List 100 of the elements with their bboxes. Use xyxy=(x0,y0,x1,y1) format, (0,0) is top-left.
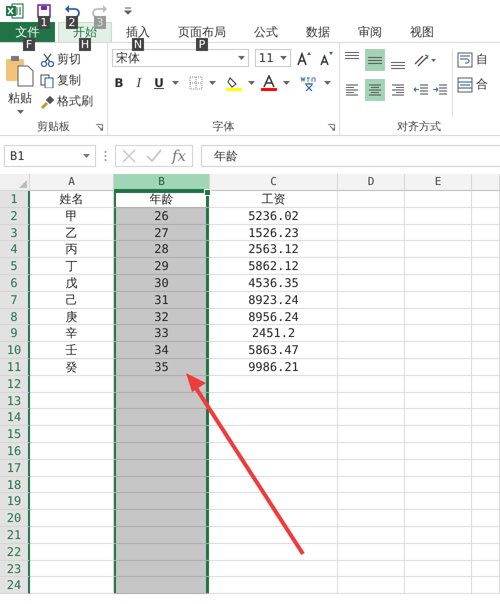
ribbon-tab[interactable]: 公式 xyxy=(240,22,292,42)
customize-caret-icon xyxy=(124,7,132,15)
row-header[interactable]: 7 xyxy=(0,292,30,309)
column-header[interactable]: C xyxy=(210,174,338,191)
table-cell xyxy=(338,426,405,443)
name-box[interactable]: B1 xyxy=(4,145,96,167)
font-color-icon xyxy=(261,75,277,91)
row-header[interactable]: 8 xyxy=(0,308,30,326)
table-cell xyxy=(472,409,500,426)
column-header[interactable]: B xyxy=(114,174,210,191)
table-cell xyxy=(338,460,405,477)
row-header[interactable]: 14 xyxy=(0,409,30,426)
ribbon-tab[interactable]: 视图 xyxy=(396,22,448,42)
table-cell xyxy=(405,476,472,494)
bold-button[interactable]: B xyxy=(112,76,126,90)
table-cell xyxy=(472,392,500,410)
row-header[interactable]: 18 xyxy=(0,476,30,494)
format-painter-button[interactable]: 格式刷 xyxy=(40,93,93,110)
row-header[interactable]: 19 xyxy=(0,493,30,510)
column-header[interactable]: A xyxy=(30,174,114,191)
shrink-font-button[interactable] xyxy=(319,50,335,66)
keytip-badge: N xyxy=(132,38,144,51)
row-header[interactable]: 16 xyxy=(0,442,30,460)
row-header[interactable]: 12 xyxy=(0,376,30,393)
row-header[interactable]: 22 xyxy=(0,544,30,561)
row-header[interactable]: 23 xyxy=(0,560,30,578)
caret-icon xyxy=(238,56,245,60)
copy-button[interactable]: 复制 xyxy=(40,72,93,89)
insert-function-button[interactable]: fx xyxy=(172,147,186,165)
row-header[interactable]: 9 xyxy=(0,325,30,342)
font-size-dropdown[interactable]: 11 xyxy=(254,49,291,67)
table-cell xyxy=(405,493,472,510)
align-bottom-icon xyxy=(391,62,405,69)
fill-handle[interactable] xyxy=(204,189,211,196)
clipboard-icon xyxy=(5,55,35,87)
caret-icon xyxy=(283,81,290,85)
underline-button[interactable]: U xyxy=(152,76,166,90)
caret-icon xyxy=(83,154,90,158)
table-cell: 8956.24 xyxy=(210,308,338,326)
caret-icon xyxy=(248,81,255,85)
table-cell xyxy=(405,325,472,342)
table-cell xyxy=(405,460,472,477)
italic-button[interactable]: I xyxy=(132,76,146,90)
formula-field[interactable]: 年龄 xyxy=(201,145,500,167)
row-header[interactable]: 2 xyxy=(0,208,30,225)
merge-button[interactable]: 合 xyxy=(457,76,496,93)
table-cell xyxy=(472,208,500,225)
table-cell xyxy=(472,476,500,494)
table-cell xyxy=(472,191,500,208)
undo-button[interactable] xyxy=(64,4,80,18)
align-middle-icon xyxy=(368,56,382,64)
close-icon xyxy=(122,149,136,163)
row-header[interactable]: 3 xyxy=(0,224,30,242)
table-cell xyxy=(338,274,405,292)
row-header[interactable]: 6 xyxy=(0,274,30,292)
grow-font-button[interactable] xyxy=(297,50,313,66)
table-cell xyxy=(405,544,472,561)
table-cell xyxy=(405,442,472,460)
table-cell xyxy=(405,308,472,326)
table-cell xyxy=(338,191,405,208)
table-cell xyxy=(338,258,405,275)
fill-bucket-icon xyxy=(226,75,242,91)
table-cell: 9986.21 xyxy=(210,358,338,376)
wrap-text-button[interactable]: 自 xyxy=(457,51,496,68)
table-cell xyxy=(338,392,405,410)
font-name-dropdown[interactable]: 宋体 xyxy=(112,49,249,67)
row-header[interactable]: 13 xyxy=(0,392,30,410)
row-header[interactable]: 5 xyxy=(0,258,30,275)
table-cell xyxy=(338,241,405,258)
table-cell: 32 xyxy=(114,308,210,326)
ribbon-tab[interactable]: 审阅 xyxy=(344,22,396,42)
save-button[interactable] xyxy=(36,4,52,18)
column-header[interactable]: E xyxy=(405,174,472,191)
row-header[interactable]: 15 xyxy=(0,426,30,443)
ribbon-tab[interactable]: 数据 xyxy=(292,22,344,42)
table-cell xyxy=(472,292,500,309)
cut-button[interactable]: 剪切 xyxy=(40,51,93,68)
align-middle-button[interactable] xyxy=(365,49,385,71)
table-cell xyxy=(472,358,500,376)
row-header[interactable]: 11 xyxy=(0,358,30,376)
table-cell xyxy=(405,409,472,426)
table-cell: 1526.23 xyxy=(210,224,338,242)
table-cell xyxy=(472,560,500,578)
row-header[interactable]: 1 xyxy=(0,191,30,208)
row-header[interactable]: 24 xyxy=(0,577,30,594)
caret-icon xyxy=(172,81,179,85)
row-header[interactable]: 4 xyxy=(0,241,30,258)
table-cell xyxy=(405,426,472,443)
row-header[interactable]: 17 xyxy=(0,460,30,477)
table-cell xyxy=(338,376,405,393)
align-center-button[interactable] xyxy=(365,79,385,101)
table-cell xyxy=(405,376,472,393)
table-cell: 30 xyxy=(114,274,210,292)
table-cell xyxy=(472,426,500,443)
row-header[interactable]: 10 xyxy=(0,342,30,359)
row-header[interactable]: 21 xyxy=(0,526,30,544)
table-cell xyxy=(472,376,500,393)
row-header[interactable]: 20 xyxy=(0,510,30,527)
column-header[interactable]: D xyxy=(338,174,405,191)
paste-button[interactable]: 粘贴 xyxy=(4,49,36,117)
